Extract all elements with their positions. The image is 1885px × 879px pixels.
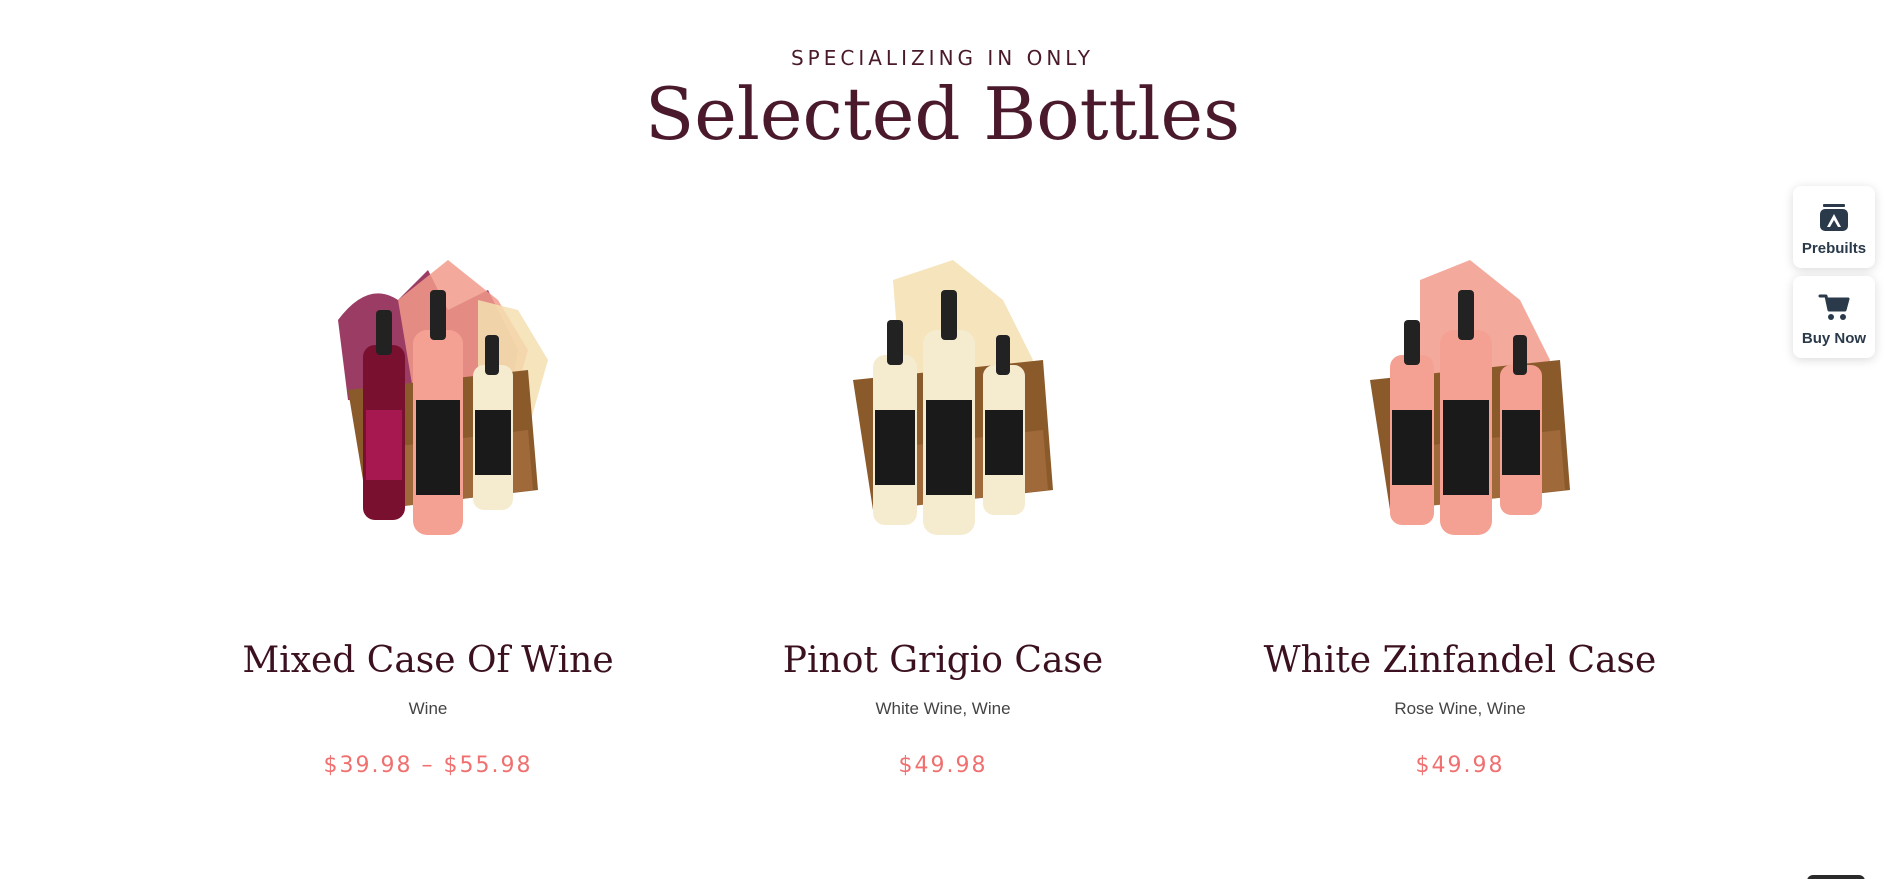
product-price: $49.98 <box>1415 753 1505 778</box>
bottle-label <box>875 410 915 485</box>
product-image[interactable] <box>1310 260 1610 600</box>
product-name[interactable]: Pinot Grigio Case <box>683 640 1203 681</box>
product-name[interactable]: Mixed Case Of Wine <box>168 640 688 681</box>
prebuilts-label: Prebuilts <box>1801 240 1867 257</box>
prebuilts-icon <box>1820 204 1848 231</box>
bottle-label <box>366 410 402 480</box>
wine-case-image <box>853 260 1053 535</box>
bottle-neck <box>1513 335 1527 375</box>
bottle-label <box>985 410 1023 475</box>
bottle-neck <box>485 335 499 375</box>
product-card[interactable]: Pinot Grigio Case White Wine, Wine $49.9… <box>683 260 1203 778</box>
product-price: $39.98 – $55.98 <box>323 753 533 778</box>
bottle-neck <box>887 320 903 365</box>
wine-case-image <box>1370 260 1570 535</box>
bottle-label <box>416 400 460 495</box>
prebuilts-button[interactable]: Prebuilts <box>1793 186 1875 268</box>
product-image[interactable] <box>793 260 1093 600</box>
bottle-neck <box>376 310 392 355</box>
buy-now-button[interactable]: Buy Now <box>1793 276 1875 358</box>
corner-widget-tab[interactable] <box>1807 875 1865 879</box>
bottle-label <box>926 400 972 495</box>
bottle-label <box>475 410 511 475</box>
product-categories[interactable]: White Wine, Wine <box>683 699 1203 719</box>
cart-icon <box>1818 294 1850 320</box>
bottle-neck <box>1458 290 1474 340</box>
product-price: $49.98 <box>898 753 988 778</box>
product-card[interactable]: Mixed Case Of Wine Wine $39.98 – $55.98 <box>168 260 688 778</box>
buy-now-label: Buy Now <box>1801 330 1867 347</box>
section-title: Selected Bottles <box>644 72 1241 156</box>
section-eyebrow: SPECIALIZING IN ONLY <box>790 46 1095 70</box>
bottle-label <box>1443 400 1489 495</box>
bottle-label <box>1392 410 1432 485</box>
product-card[interactable]: White Zinfandel Case Rose Wine, Wine $49… <box>1200 260 1720 778</box>
product-image[interactable] <box>278 260 578 600</box>
bottle-label <box>1502 410 1540 475</box>
bottle-neck <box>1404 320 1420 365</box>
product-categories[interactable]: Wine <box>168 699 688 719</box>
bottle-neck <box>996 335 1010 375</box>
product-categories[interactable]: Rose Wine, Wine <box>1200 699 1720 719</box>
bottle-neck <box>430 290 446 340</box>
product-name[interactable]: White Zinfandel Case <box>1200 640 1720 681</box>
wine-case-image <box>338 260 548 535</box>
bottle-neck <box>941 290 957 340</box>
